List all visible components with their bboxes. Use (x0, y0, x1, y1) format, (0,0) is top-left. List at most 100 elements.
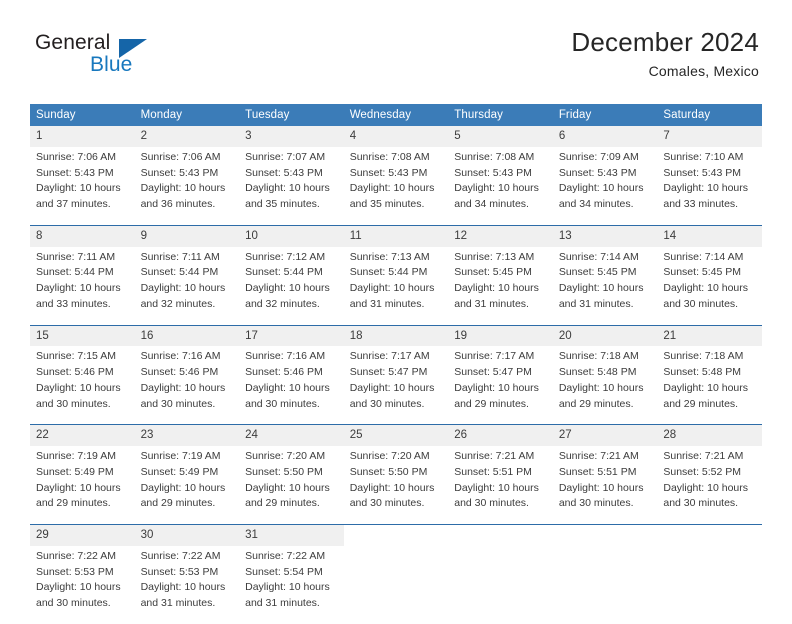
week-1-date-row: 1 2 3 4 5 6 7 (30, 126, 762, 147)
day-number[interactable]: 29 (30, 524, 135, 546)
week-2-info-row: Sunrise: 7:11 AM Sunset: 5:44 PM Dayligh… (30, 246, 762, 326)
day-number[interactable]: 22 (30, 424, 135, 447)
day-number[interactable]: 16 (134, 324, 240, 347)
daylight-text: Daylight: 10 hours (558, 282, 644, 295)
day-number[interactable]: 1 (30, 126, 135, 147)
day-number[interactable]: 10 (239, 224, 344, 247)
daylight-text: Daylight: 10 hours (36, 581, 121, 594)
weekday-header-sunday: Sunday (30, 104, 135, 126)
sunrise-text: Sunrise: 7:10 AM (663, 150, 744, 163)
sunrise-text: Sunrise: 7:12 AM (245, 250, 326, 263)
day-cell: Sunrise: 7:06 AM Sunset: 5:43 PM Dayligh… (134, 146, 240, 226)
sunset-text: Sunset: 5:54 PM (245, 565, 323, 578)
sunrise-text: Sunrise: 7:21 AM (558, 450, 639, 463)
day-number[interactable]: 14 (657, 224, 762, 247)
day-cell: Sunrise: 7:14 AM Sunset: 5:45 PM Dayligh… (552, 246, 658, 326)
day-number[interactable]: 19 (448, 324, 553, 347)
daylight-text-cont: and 33 minutes. (36, 297, 111, 310)
day-number[interactable]: 13 (552, 224, 658, 247)
daylight-text: Daylight: 10 hours (140, 182, 226, 195)
day-number[interactable]: 4 (343, 126, 449, 147)
day-number[interactable]: 2 (134, 126, 240, 147)
sunrise-text: Sunrise: 7:16 AM (245, 350, 326, 363)
day-number[interactable]: 31 (239, 524, 344, 546)
daylight-text-cont: and 31 minutes. (454, 297, 529, 310)
day-number[interactable]: 15 (30, 324, 135, 347)
sunset-text: Sunset: 5:45 PM (454, 266, 532, 279)
sunset-text: Sunset: 5:46 PM (140, 366, 219, 379)
day-cell: Sunrise: 7:13 AM Sunset: 5:45 PM Dayligh… (448, 246, 553, 326)
day-number[interactable]: 6 (552, 126, 658, 147)
daylight-text-cont: and 35 minutes. (245, 198, 320, 211)
day-number[interactable]: 21 (657, 324, 762, 347)
daylight-text-cont: and 34 minutes. (454, 198, 529, 211)
day-cell: Sunrise: 7:14 AM Sunset: 5:45 PM Dayligh… (657, 246, 762, 326)
day-number[interactable]: 17 (239, 324, 344, 347)
daylight-text: Daylight: 10 hours (245, 581, 330, 594)
weekday-header-monday: Monday (134, 104, 240, 126)
daylight-text: Daylight: 10 hours (140, 481, 226, 494)
day-number[interactable]: 27 (552, 424, 658, 447)
sunset-text: Sunset: 5:53 PM (36, 565, 114, 578)
daylight-text-cont: and 37 minutes. (36, 198, 111, 211)
sunrise-text: Sunrise: 7:09 AM (558, 150, 639, 163)
daylight-text-cont: and 29 minutes. (245, 497, 320, 510)
sunrise-text: Sunrise: 7:13 AM (454, 250, 535, 263)
daylight-text-cont: and 30 minutes. (558, 497, 634, 510)
day-number[interactable]: 23 (134, 424, 240, 447)
general-blue-logo[interactable]: General Blue (35, 32, 215, 88)
day-number[interactable]: 26 (448, 424, 553, 447)
daylight-text-cont: and 30 minutes. (140, 397, 216, 410)
sunrise-text: Sunrise: 7:07 AM (245, 150, 326, 163)
week-3-info-row: Sunrise: 7:15 AM Sunset: 5:46 PM Dayligh… (30, 346, 762, 425)
empty-day-cell (657, 524, 762, 546)
page-title: December 2024 (571, 27, 759, 57)
daylight-text-cont: and 34 minutes. (558, 198, 634, 211)
day-cell: Sunrise: 7:18 AM Sunset: 5:48 PM Dayligh… (657, 346, 762, 425)
daylight-text: Daylight: 10 hours (663, 481, 749, 494)
day-number[interactable]: 12 (448, 224, 553, 247)
day-cell: Sunrise: 7:18 AM Sunset: 5:48 PM Dayligh… (552, 346, 658, 425)
day-number[interactable]: 8 (30, 224, 135, 247)
empty-day-cell (552, 545, 658, 624)
sunset-text: Sunset: 5:44 PM (36, 266, 114, 279)
day-number[interactable]: 7 (657, 126, 762, 147)
day-number[interactable]: 24 (239, 424, 344, 447)
day-cell: Sunrise: 7:21 AM Sunset: 5:51 PM Dayligh… (552, 446, 658, 525)
sunset-text: Sunset: 5:52 PM (663, 465, 742, 478)
daylight-text-cont: and 29 minutes. (36, 497, 111, 510)
daylight-text-cont: and 29 minutes. (454, 397, 529, 410)
sunset-text: Sunset: 5:51 PM (454, 465, 532, 478)
sunrise-text: Sunrise: 7:17 AM (454, 350, 535, 363)
calendar-header-row: Sunday Monday Tuesday Wednesday Thursday… (30, 104, 762, 126)
day-number[interactable]: 30 (134, 524, 240, 546)
empty-day-cell (448, 524, 553, 546)
calendar-body: 1 2 3 4 5 6 7 Sunrise: 7:06 AM Sunset: 5… (30, 126, 762, 624)
day-number[interactable]: 25 (343, 424, 449, 447)
day-number[interactable]: 3 (239, 126, 344, 147)
sunrise-text: Sunrise: 7:22 AM (245, 549, 326, 562)
daylight-text: Daylight: 10 hours (140, 282, 226, 295)
daylight-text-cont: and 31 minutes. (245, 597, 320, 610)
day-number[interactable]: 5 (448, 126, 553, 147)
day-cell: Sunrise: 7:22 AM Sunset: 5:53 PM Dayligh… (30, 545, 135, 624)
week-3-date-row: 15 16 17 18 19 20 21 (30, 324, 762, 347)
daylight-text: Daylight: 10 hours (454, 481, 539, 494)
sunset-text: Sunset: 5:45 PM (663, 266, 742, 279)
calendar-container: Sunday Monday Tuesday Wednesday Thursday… (30, 104, 762, 624)
daylight-text-cont: and 31 minutes. (558, 297, 634, 310)
day-number[interactable]: 20 (552, 324, 658, 347)
day-number[interactable]: 28 (657, 424, 762, 447)
day-number[interactable]: 11 (343, 224, 449, 247)
daylight-text: Daylight: 10 hours (36, 282, 121, 295)
day-number[interactable]: 9 (134, 224, 240, 247)
day-cell: Sunrise: 7:16 AM Sunset: 5:46 PM Dayligh… (134, 346, 240, 425)
day-cell: Sunrise: 7:07 AM Sunset: 5:43 PM Dayligh… (239, 146, 344, 226)
week-4-info-row: Sunrise: 7:19 AM Sunset: 5:49 PM Dayligh… (30, 446, 762, 525)
sunset-text: Sunset: 5:43 PM (36, 166, 114, 179)
day-cell: Sunrise: 7:21 AM Sunset: 5:51 PM Dayligh… (448, 446, 553, 525)
day-number[interactable]: 18 (343, 324, 449, 347)
day-cell: Sunrise: 7:22 AM Sunset: 5:53 PM Dayligh… (134, 545, 240, 624)
daylight-text-cont: and 31 minutes. (140, 597, 216, 610)
sunset-text: Sunset: 5:51 PM (558, 465, 637, 478)
